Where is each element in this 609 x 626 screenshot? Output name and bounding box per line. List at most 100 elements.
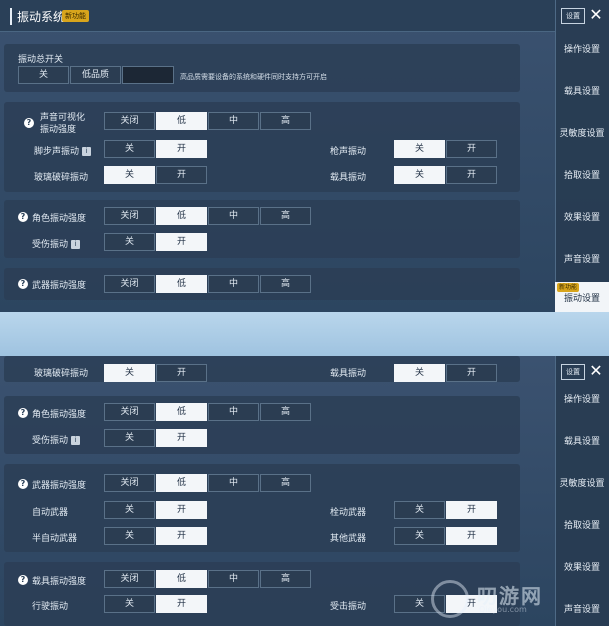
glass-label: 玻璃破碎振动	[34, 369, 89, 379]
glass-off[interactable]: 关	[104, 364, 155, 382]
vehicle-off[interactable]: 关	[394, 166, 445, 184]
sidebar-item-vehicle[interactable]: 载具设置	[555, 434, 609, 447]
weapon-high[interactable]: 高	[260, 275, 311, 293]
help-icon[interactable]: ?	[24, 118, 34, 128]
character-low[interactable]: 低	[156, 207, 207, 225]
sidebar-item-controls[interactable]: 操作设置	[555, 392, 609, 405]
bolt-weapon-selector: 关 开	[394, 501, 498, 519]
vehicle-strength-mid[interactable]: 中	[208, 570, 259, 588]
weapon-high[interactable]: 高	[260, 474, 311, 492]
glass-selector: 关 开	[104, 364, 208, 382]
weapon-off[interactable]: 关闭	[104, 474, 155, 492]
auto-weapon-off[interactable]: 关	[104, 501, 155, 519]
vehicle-strength-selector: 关闭 低 中 高	[104, 570, 312, 588]
info-icon[interactable]: i	[82, 147, 92, 156]
vehicle-on[interactable]: 开	[446, 166, 497, 184]
driving-on[interactable]: 开	[156, 595, 207, 613]
bolt-weapon-on[interactable]: 开	[446, 501, 497, 519]
hurt-selector: 关 开	[104, 429, 208, 447]
settings-button[interactable]: 设置	[561, 8, 585, 24]
gunshot-off[interactable]: 关	[394, 140, 445, 158]
semi-weapon-off[interactable]: 关	[104, 527, 155, 545]
character-mid[interactable]: 中	[208, 403, 259, 421]
sidebar-item-effects[interactable]: 效果设置	[555, 560, 609, 573]
bolt-weapon-off[interactable]: 关	[394, 501, 445, 519]
new-feature-tag: 新功能	[557, 283, 580, 292]
sidebar-item-sensitivity[interactable]: 灵敏度设置	[555, 126, 609, 139]
sidebar-item-controls[interactable]: 操作设置	[555, 42, 609, 55]
weapon-mid[interactable]: 中	[208, 275, 259, 293]
character-off[interactable]: 关闭	[104, 207, 155, 225]
sound-visual-mid[interactable]: 中	[208, 112, 259, 130]
sidebar-item-vehicle[interactable]: 载具设置	[555, 84, 609, 97]
help-icon[interactable]: ?	[18, 479, 28, 489]
sidebar-item-effects[interactable]: 效果设置	[555, 210, 609, 223]
vehicle-strength-high[interactable]: 高	[260, 570, 311, 588]
weapon-mid[interactable]: 中	[208, 474, 259, 492]
weapon-selector: 关闭 低 中 高	[104, 474, 312, 492]
vehicle-on[interactable]: 开	[446, 364, 497, 382]
vehicle-off[interactable]: 关	[394, 364, 445, 382]
character-high[interactable]: 高	[260, 403, 311, 421]
semi-weapon-label: 半自动武器	[32, 534, 78, 544]
driving-selector: 关 开	[104, 595, 208, 613]
info-icon[interactable]: i	[71, 436, 81, 445]
sidebar-item-pickup[interactable]: 拾取设置	[555, 168, 609, 181]
auto-weapon-on[interactable]: 开	[156, 501, 207, 519]
master-low-quality-button[interactable]: 低品质	[70, 66, 121, 84]
sidebar-item-vibration[interactable]: 新功能 振动设置	[555, 282, 609, 312]
vehicle-strength-label: 载具振动强度	[32, 577, 87, 587]
driving-off[interactable]: 关	[104, 595, 155, 613]
character-label: 角色振动强度	[32, 410, 87, 420]
footstep-on[interactable]: 开	[156, 140, 207, 158]
hurt-label: 受伤振动 i	[32, 433, 81, 446]
sound-visual-low[interactable]: 低	[156, 112, 207, 130]
hurt-off[interactable]: 关	[104, 429, 155, 447]
semi-weapon-on[interactable]: 开	[156, 527, 207, 545]
high-quality-disabled-button[interactable]	[122, 66, 174, 84]
gunshot-on[interactable]: 开	[446, 140, 497, 158]
hurt-off[interactable]: 关	[104, 233, 155, 251]
help-icon[interactable]: ?	[18, 575, 28, 585]
glass-on[interactable]: 开	[156, 364, 207, 382]
vehicle-strength-off[interactable]: 关闭	[104, 570, 155, 588]
hurt-on[interactable]: 开	[156, 429, 207, 447]
watermark-subtext: Qieyou.com	[479, 605, 527, 614]
glass-on[interactable]: 开	[156, 166, 207, 184]
help-icon[interactable]: ?	[18, 408, 28, 418]
driving-label: 行驶振动	[32, 602, 69, 612]
other-weapon-selector: 关 开	[394, 527, 498, 545]
info-icon[interactable]: i	[71, 240, 81, 249]
master-switch-panel: 振动总开关 关 低品质 高品质需要设备的系统和硬件同时支持方可开启	[4, 44, 520, 92]
sound-visual-high[interactable]: 高	[260, 112, 311, 130]
auto-weapon-selector: 关 开	[104, 501, 208, 519]
footstep-off[interactable]: 关	[104, 140, 155, 158]
new-feature-badge: 新功能	[62, 10, 89, 22]
hurt-on[interactable]: 开	[156, 233, 207, 251]
character-low[interactable]: 低	[156, 403, 207, 421]
glass-off[interactable]: 关	[104, 166, 155, 184]
sound-visual-off[interactable]: 关闭	[104, 112, 155, 130]
sound-visual-label-line2: 振动强度	[40, 125, 77, 135]
weapon-label: 武器振动强度	[32, 281, 87, 291]
sidebar-item-sound[interactable]: 声音设置	[555, 252, 609, 265]
help-icon[interactable]: ?	[18, 279, 28, 289]
character-mid[interactable]: 中	[208, 207, 259, 225]
master-off-button[interactable]: 关	[18, 66, 69, 84]
sidebar-item-sensitivity[interactable]: 灵敏度设置	[555, 476, 609, 489]
weapon-low[interactable]: 低	[156, 474, 207, 492]
weapon-off[interactable]: 关闭	[104, 275, 155, 293]
other-weapon-off[interactable]: 关	[394, 527, 445, 545]
other-weapon-on[interactable]: 开	[446, 527, 497, 545]
hit-label: 受击振动	[330, 602, 367, 612]
sidebar-item-pickup[interactable]: 拾取设置	[555, 518, 609, 531]
character-off[interactable]: 关闭	[104, 403, 155, 421]
help-icon[interactable]: ?	[18, 212, 28, 222]
close-icon[interactable]: ✕	[587, 363, 605, 380]
weapon-low[interactable]: 低	[156, 275, 207, 293]
weapon-panel: ? 武器振动强度 关闭 低 中 高 自动武器 关 开 栓动武器 关 开 半自动武…	[4, 464, 520, 552]
vehicle-strength-low[interactable]: 低	[156, 570, 207, 588]
character-high[interactable]: 高	[260, 207, 311, 225]
close-icon[interactable]: ✕	[587, 7, 605, 24]
settings-button[interactable]: 设置	[561, 364, 585, 380]
